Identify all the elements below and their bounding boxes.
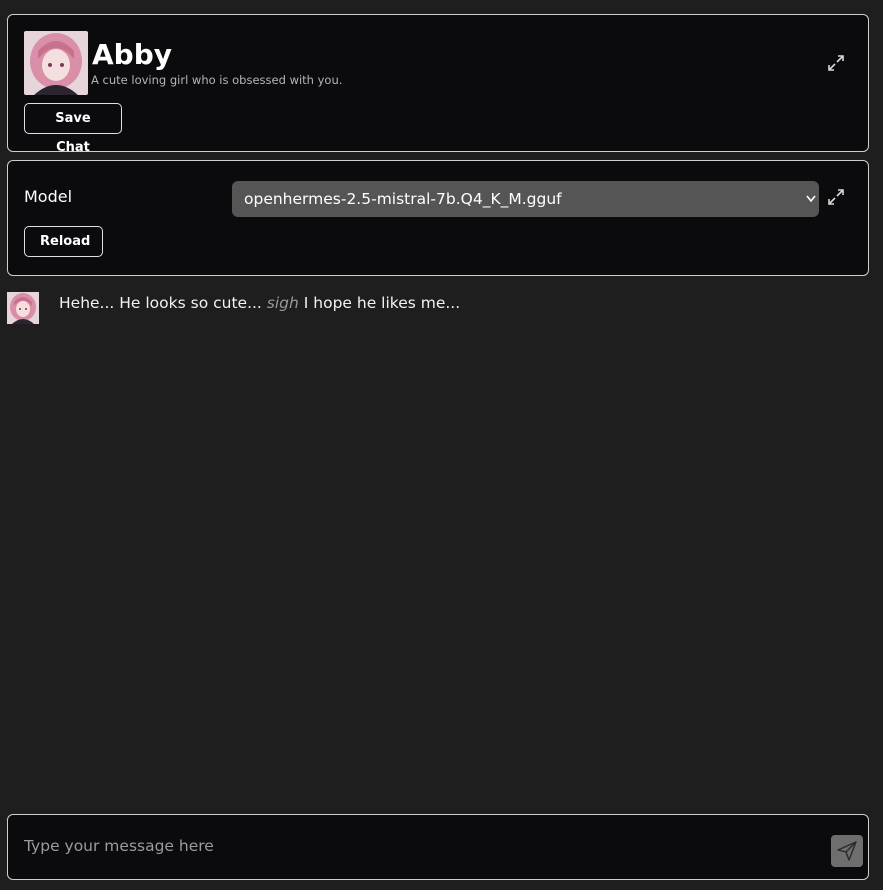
message-avatar: [7, 292, 39, 324]
save-chat-button[interactable]: Save Chat: [24, 103, 122, 155]
model-select[interactable]: openhermes-2.5-mistral-7b.Q4_K_M.gguf: [232, 181, 819, 217]
model-select-value: openhermes-2.5-mistral-7b.Q4_K_M.gguf: [244, 190, 562, 208]
send-icon: [837, 841, 857, 861]
message-input[interactable]: Type your message here: [24, 837, 804, 855]
reload-button[interactable]: Reload: [24, 226, 103, 257]
message-text-before: Hehe... He looks so cute...: [59, 294, 262, 312]
send-button[interactable]: [831, 835, 863, 867]
message-text: Hehe... He looks so cute... sigh I hope …: [59, 294, 460, 312]
model-panel: Model openhermes-2.5-mistral-7b.Q4_K_M.g…: [7, 160, 869, 276]
expand-icon[interactable]: [826, 187, 846, 207]
character-name: Abby: [92, 38, 173, 71]
character-description: A cute loving girl who is obsessed with …: [91, 73, 343, 87]
chevron-down-icon: [806, 195, 816, 203]
character-avatar: [24, 31, 88, 95]
model-label: Model: [24, 187, 73, 206]
message-action: sigh: [266, 294, 299, 312]
message-text-after: I hope he likes me...: [303, 294, 461, 312]
expand-icon[interactable]: [826, 53, 846, 73]
character-panel: Abby A cute loving girl who is obsessed …: [7, 14, 869, 155]
composer-panel: Type your message here: [7, 814, 869, 880]
